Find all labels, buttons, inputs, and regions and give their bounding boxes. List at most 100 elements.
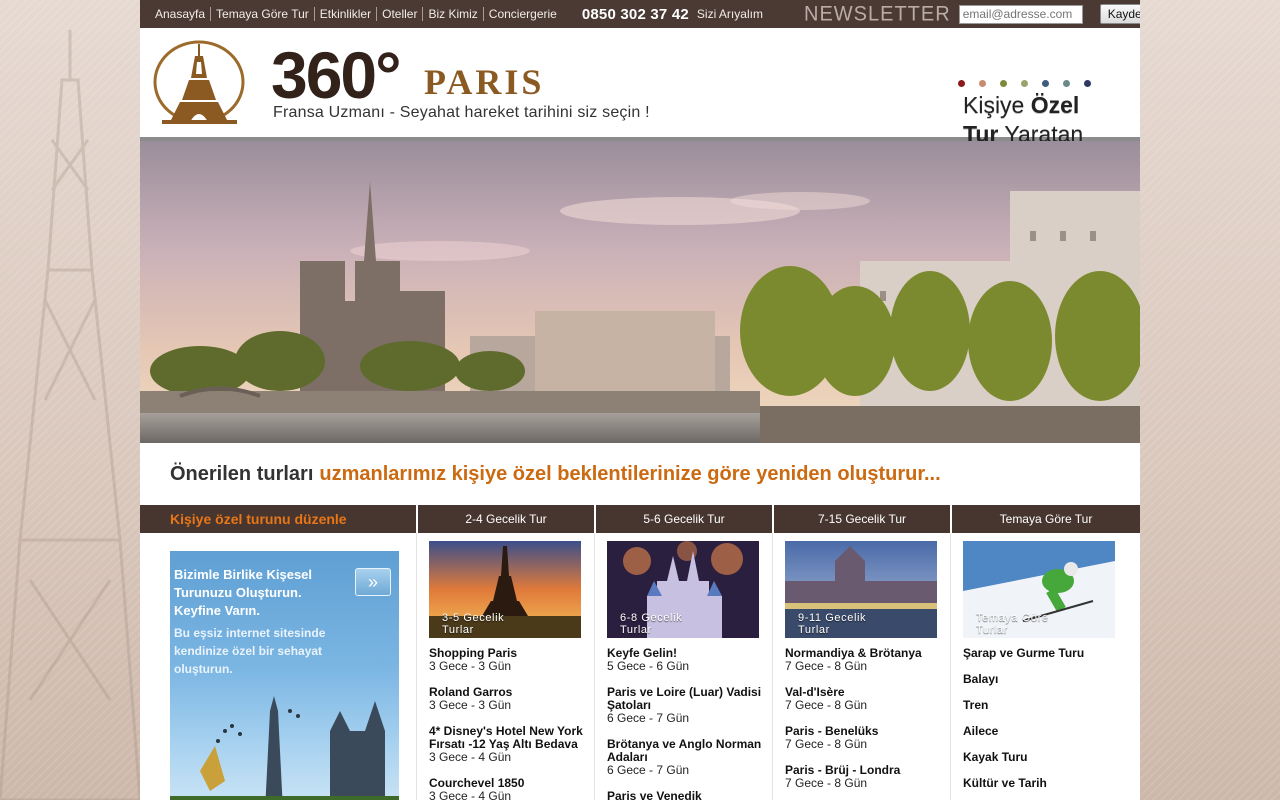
thumb-label-line-2: Turlar bbox=[442, 624, 474, 636]
thumb-label-line-2: Turlar bbox=[798, 624, 830, 636]
newsletter-label: Newsletter bbox=[804, 1, 951, 26]
thumb-label-line-1: 3-5 Gecelik bbox=[442, 612, 505, 624]
hero-banner bbox=[140, 141, 1140, 443]
slogan-word-1: Kişiye bbox=[963, 92, 1025, 118]
tour-column-2-4: 3-5 Gecelik Turlar Shopping Paris 3 Gece … bbox=[416, 533, 594, 800]
theme-item[interactable]: Şarap ve Gurme Turu bbox=[963, 647, 1140, 660]
nav-home[interactable]: Anasayfa bbox=[150, 7, 210, 21]
dot-2 bbox=[979, 80, 986, 87]
thumb-label-line-1: 9-11 Gecelik bbox=[798, 612, 867, 624]
tour-item[interactable]: Val-d'Isère 7 Gece - 8 Gün bbox=[785, 686, 950, 712]
newsletter-email-input[interactable] bbox=[958, 4, 1083, 24]
headline: Önerilen turları uzmanlarımız kişiye öze… bbox=[140, 443, 1140, 505]
tab-5-6-nights[interactable]: 5-6 Gecelik Tur bbox=[594, 505, 772, 533]
thumb-label: 3-5 Gecelik Turlar bbox=[442, 612, 504, 636]
nav-about[interactable]: Biz Kimiz bbox=[422, 7, 482, 21]
tour-duration: 5 Gece - 6 Gün bbox=[607, 659, 690, 673]
tour-thumb-6-8[interactable]: 6-8 Gecelik Turlar bbox=[607, 541, 759, 638]
slogan-word-2: Özel bbox=[1030, 92, 1080, 118]
tour-item[interactable]: Shopping Paris 3 Gece - 3 Gün bbox=[429, 647, 594, 673]
tour-thumb-3-5[interactable]: 3-5 Gecelik Turlar bbox=[429, 541, 581, 638]
decorative-dots bbox=[958, 80, 1091, 87]
dot-5 bbox=[1042, 80, 1049, 87]
tour-item[interactable]: Keyfe Gelin! 5 Gece - 6 Gün bbox=[607, 647, 772, 673]
tour-duration: 7 Gece - 8 Gün bbox=[785, 698, 868, 712]
tour-duration: 3 Gece - 3 Gün bbox=[429, 659, 512, 673]
tour-item[interactable]: Roland Garros 3 Gece - 3 Gün bbox=[429, 686, 594, 712]
thumb-label-line-2: Turlar bbox=[976, 624, 1008, 636]
tour-item[interactable]: Paris - Brüj - Londra 7 Gece - 8 Gün bbox=[785, 764, 950, 790]
nav-theme-tours[interactable]: Temaya Göre Tur bbox=[210, 7, 314, 21]
tab-custom-tour[interactable]: Kişiye özel turunu düzenle bbox=[140, 505, 416, 533]
brand-tagline: Fransa Uzmanı - Seyahat hareket tarihini… bbox=[273, 104, 650, 121]
main-page: Anasayfa Temaya Göre Tur Etkinlikler Ote… bbox=[140, 0, 1140, 800]
tour-name: Paris ve Loire (Luar) Vadisi Şatoları bbox=[607, 685, 762, 712]
tour-item[interactable]: Courchevel 1850 3 Gece - 4 Gün bbox=[429, 777, 594, 800]
tour-name: Paris ve Venedik bbox=[607, 789, 702, 800]
tour-column-5-6: 6-8 Gecelik Turlar Keyfe Gelin! 5 Gece - … bbox=[594, 533, 772, 800]
paris-riverside-image bbox=[140, 141, 1140, 443]
tour-item[interactable]: Paris ve Venedik bbox=[607, 790, 772, 800]
tab-7-15-nights[interactable]: 7-15 Gecelik Tur bbox=[772, 505, 950, 533]
tour-item[interactable]: Brötanya ve Anglo Norman Adaları 6 Gece -… bbox=[607, 738, 772, 777]
theme-item[interactable]: Kültür ve Tarih bbox=[963, 777, 1140, 790]
nav-hotels[interactable]: Oteller bbox=[376, 7, 422, 21]
thumb-label-line-2: Turlar bbox=[620, 624, 652, 636]
thumb-label: 6-8 Gecelik Turlar bbox=[620, 612, 682, 636]
tour-name: Brötanya ve Anglo Norman Adaları bbox=[607, 737, 762, 764]
tour-thumb-9-11[interactable]: 9-11 Gecelik Turlar bbox=[785, 541, 937, 638]
tour-duration: 7 Gece - 8 Gün bbox=[785, 659, 868, 673]
tour-column-7-15: 9-11 Gecelik Turlar Normandiya & Brötany… bbox=[772, 533, 950, 800]
promo-column: Bizimle Birlike Kişesel Turunuzu Oluştur… bbox=[140, 533, 416, 800]
dot-4 bbox=[1021, 80, 1028, 87]
dot-3 bbox=[1000, 80, 1007, 87]
custom-tour-promo[interactable]: Bizimle Birlike Kişesel Turunuzu Oluştur… bbox=[170, 551, 399, 800]
newsletter-signup: Newsletter Kaydet bbox=[790, 0, 1140, 28]
headline-part-1: Önerilen turları bbox=[170, 462, 314, 485]
dot-1 bbox=[958, 80, 965, 87]
theme-item[interactable]: Kayak Turu bbox=[963, 751, 1140, 764]
newsletter-save-button[interactable]: Kaydet bbox=[1099, 4, 1140, 24]
tour-duration: 3 Gece - 3 Gün bbox=[429, 698, 512, 712]
promo-title: Bizimle Birlike Kişesel Turunuzu Oluştur… bbox=[174, 567, 313, 618]
tour-tabs: Kişiye özel turunu düzenle 2-4 Gecelik T… bbox=[140, 505, 1140, 533]
brand-number: 360° bbox=[271, 38, 402, 112]
eiffel-tower-watermark bbox=[0, 30, 140, 800]
thumb-label-line-1: Temaya Göre bbox=[976, 612, 1049, 624]
theme-item[interactable]: Ailece bbox=[963, 725, 1140, 738]
tour-duration: 7 Gece - 8 Gün bbox=[785, 737, 868, 751]
brand-city: PARIS bbox=[424, 62, 545, 102]
theme-item[interactable]: Balayı bbox=[963, 673, 1140, 686]
tab-theme-tours[interactable]: Temaya Göre Tur bbox=[950, 505, 1140, 533]
tour-column-themes: Temaya Göre Turlar Şarap ve Gurme Turu B… bbox=[950, 533, 1140, 800]
promo-go-button[interactable]: » bbox=[355, 568, 391, 596]
tour-name: 4* Disney's Hotel New York Fırsatı -12 Y… bbox=[429, 724, 583, 751]
tour-duration: 6 Gece - 7 Gün bbox=[607, 763, 690, 777]
thumb-label: 9-11 Gecelik Turlar bbox=[798, 612, 866, 636]
tour-item[interactable]: Normandiya & Brötanya 7 Gece - 8 Gün bbox=[785, 647, 950, 673]
tour-listing: Bizimle Birlike Kişesel Turunuzu Oluştur… bbox=[140, 533, 1140, 800]
promo-subtitle: Bu eşsiz internet sitesinde kendinize öz… bbox=[174, 626, 326, 676]
tour-duration: 3 Gece - 4 Gün bbox=[429, 789, 512, 800]
tour-item[interactable]: Paris ve Loire (Luar) Vadisi Şatoları 6 G… bbox=[607, 686, 772, 725]
tour-duration: 7 Gece - 8 Gün bbox=[785, 776, 868, 790]
top-navigation: Anasayfa Temaya Göre Tur Etkinlikler Ote… bbox=[140, 0, 562, 28]
nav-conciergerie[interactable]: Conciergerie bbox=[482, 7, 562, 21]
tour-item[interactable]: Paris - Benelüks 7 Gece - 8 Gün bbox=[785, 725, 950, 751]
dot-7 bbox=[1084, 80, 1091, 87]
tour-duration: 3 Gece - 4 Gün bbox=[429, 750, 512, 764]
tour-item[interactable]: 4* Disney's Hotel New York Fırsatı -12 Y… bbox=[429, 725, 594, 764]
tour-duration: 6 Gece - 7 Gün bbox=[607, 711, 690, 725]
tour-thumb-themes[interactable]: Temaya Göre Turlar bbox=[963, 541, 1115, 638]
headline-part-2: uzmanlarımız kişiye özel beklentileriniz… bbox=[319, 462, 941, 485]
dot-6 bbox=[1063, 80, 1070, 87]
thumb-label-line-1: 6-8 Gecelik bbox=[620, 612, 683, 624]
phone-number[interactable]: 0850 302 37 42 bbox=[582, 6, 689, 23]
nav-events[interactable]: Etkinlikler bbox=[313, 7, 376, 21]
top-bar: Anasayfa Temaya Göre Tur Etkinlikler Ote… bbox=[140, 0, 1140, 28]
eiffel-logo-icon[interactable] bbox=[152, 40, 247, 128]
callback-link[interactable]: Sizi Arıyalım bbox=[697, 7, 763, 21]
theme-item[interactable]: Tren bbox=[963, 699, 1140, 712]
tab-2-4-nights[interactable]: 2-4 Gecelik Tur bbox=[416, 505, 594, 533]
thumb-label: Temaya Göre Turlar bbox=[976, 612, 1049, 636]
